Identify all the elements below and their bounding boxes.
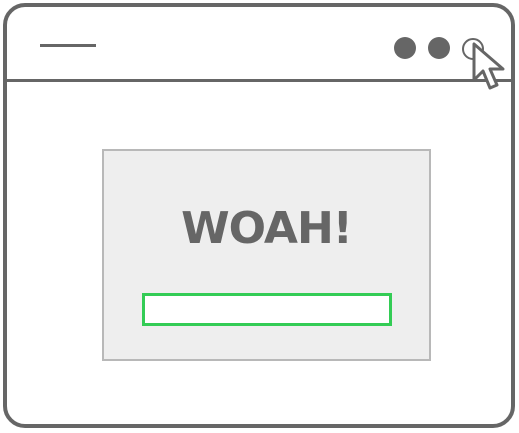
dialog-input-field[interactable] — [142, 293, 392, 326]
hamburger-line-icon[interactable] — [40, 44, 96, 47]
browser-window: WOAH! — [3, 3, 515, 428]
title-bar — [7, 7, 511, 82]
window-dot-1[interactable] — [394, 37, 416, 59]
window-dot-2[interactable] — [428, 37, 450, 59]
mouse-pointer-icon — [472, 42, 505, 90]
dialog-title: WOAH! — [181, 203, 353, 254]
alert-dialog: WOAH! — [102, 149, 431, 361]
